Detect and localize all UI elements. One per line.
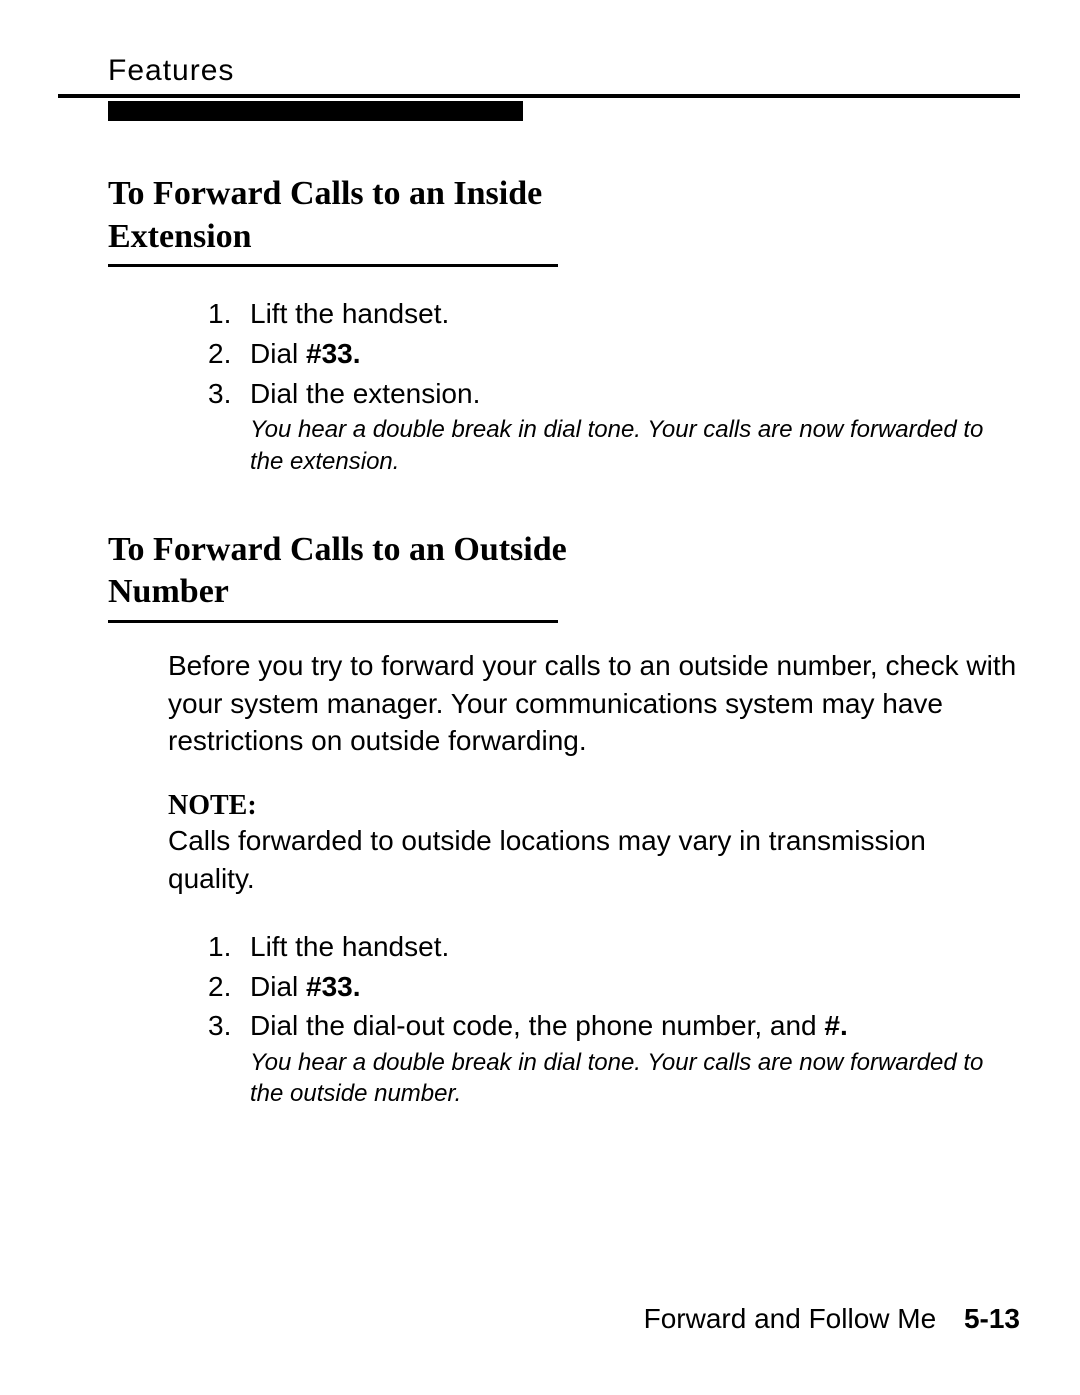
steps-list-inside: 1. Lift the handset. 2. Dial #33. 3. Dia…: [208, 295, 1020, 412]
step-note: You hear a double break in dial tone. Yo…: [250, 1047, 1020, 1109]
steps-list-outside: 1. Lift the handset. 2. Dial #33. 3. Dia…: [208, 928, 1020, 1045]
list-item: 3. Dial the extension.: [208, 375, 1020, 413]
title-line: To Forward Calls to an Inside: [108, 175, 542, 212]
header-black-bar: [108, 101, 523, 121]
title-underline: [108, 264, 558, 267]
title-line: To Forward Calls to an Outside: [108, 531, 567, 568]
step-number: 3.: [208, 378, 250, 410]
step-number: 2.: [208, 971, 250, 1003]
step-number: 1.: [208, 298, 250, 330]
dial-code: #.: [824, 1010, 847, 1041]
footer-section: Forward and Follow Me: [644, 1303, 937, 1334]
title-line: Number: [108, 573, 229, 610]
note-label: NOTE:: [168, 790, 1020, 822]
list-item: 1. Lift the handset.: [208, 295, 1020, 333]
note-body: Calls forwarded to outside locations may…: [168, 822, 1020, 898]
dial-code: #33.: [306, 971, 361, 1002]
step-text: Dial the extension.: [250, 378, 480, 409]
section-title-outside: To Forward Calls to an Outside Number: [108, 529, 1020, 614]
step-text: Dial: [250, 338, 306, 369]
list-item: 2. Dial #33.: [208, 968, 1020, 1006]
step-note: You hear a double break in dial tone. Yo…: [250, 414, 1020, 476]
page-number: 5-13: [964, 1303, 1020, 1334]
step-text: Lift the handset.: [250, 298, 449, 329]
list-item: 2. Dial #33.: [208, 335, 1020, 373]
step-text: Dial the dial-out code, the phone number…: [250, 1010, 824, 1041]
intro-paragraph: Before you try to forward your calls to …: [168, 647, 1020, 760]
page-footer: Forward and Follow Me 5-13: [644, 1303, 1020, 1335]
step-number: 3.: [208, 1010, 250, 1042]
header-rule: [58, 94, 1020, 98]
dial-code: #33.: [306, 338, 361, 369]
step-text: Dial: [250, 971, 306, 1002]
step-number: 1.: [208, 931, 250, 963]
header-label: Features: [108, 54, 1020, 88]
list-item: 1. Lift the handset.: [208, 928, 1020, 966]
step-number: 2.: [208, 338, 250, 370]
step-text: Lift the handset.: [250, 931, 449, 962]
section-title-inside: To Forward Calls to an Inside Extension: [108, 173, 1020, 258]
list-item: 3. Dial the dial-out code, the phone num…: [208, 1007, 1020, 1045]
title-underline: [108, 620, 558, 623]
title-line: Extension: [108, 218, 252, 255]
